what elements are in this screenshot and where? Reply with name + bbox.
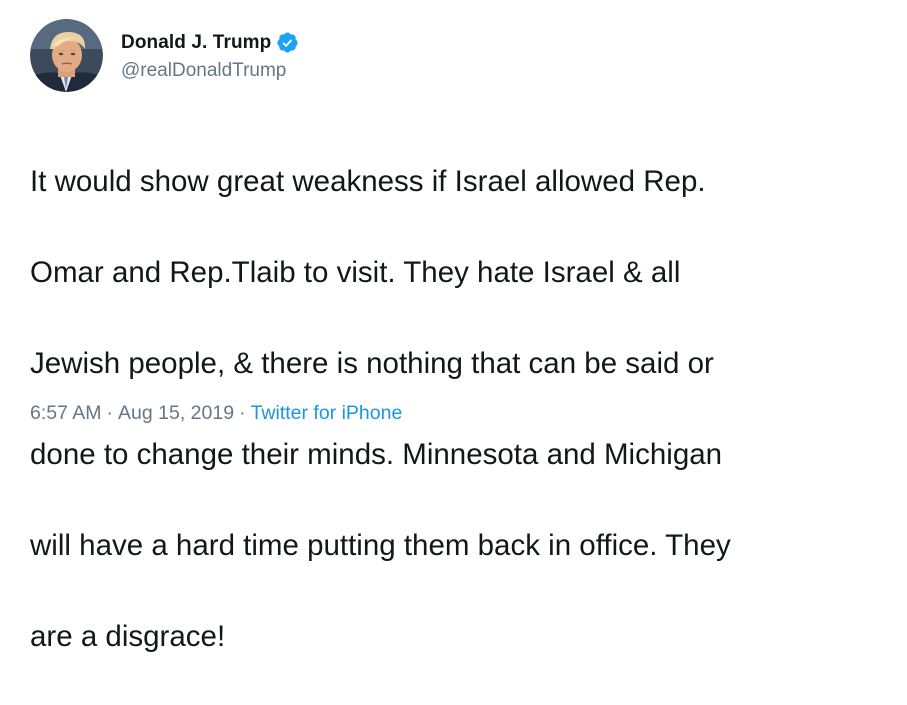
meta-separator: · — [106, 402, 114, 424]
author-handle[interactable]: @realDonaldTrump — [121, 60, 299, 82]
tweet-text-line: It would show great weakness if Israel a… — [30, 164, 706, 198]
author-display-name[interactable]: Donald J. Trump — [121, 32, 271, 54]
tweet-text-line: done to change their minds. Minnesota an… — [30, 437, 723, 471]
tweet-header: Donald J. Trump @realDonaldTrump — [30, 19, 299, 92]
tweet-metadata: 6:57 AM · Aug 15, 2019 · Twitter for iPhone — [30, 402, 402, 425]
verified-badge-icon — [276, 31, 299, 54]
tweet-text-line: will have a hard time putting them back … — [30, 528, 731, 562]
tweet-date[interactable]: Aug 15, 2019 — [118, 402, 234, 424]
avatar[interactable] — [30, 19, 103, 92]
meta-separator: · — [239, 402, 246, 424]
tweet-text-line: Omar and Rep.Tlaib to visit. They hate I… — [30, 255, 681, 289]
tweet-time[interactable]: 6:57 AM — [30, 402, 102, 424]
tweet-text-line: are a disgrace! — [30, 619, 226, 653]
author-block: Donald J. Trump @realDonaldTrump — [121, 30, 299, 82]
tweet-card: Donald J. Trump @realDonaldTrump It woul… — [0, 0, 907, 653]
tweet-source-link[interactable]: Twitter for iPhone — [251, 402, 403, 424]
avatar-photo-icon — [30, 19, 103, 92]
name-row: Donald J. Trump — [121, 30, 299, 56]
tweet-text-line: Jewish people, & there is nothing that c… — [30, 346, 714, 380]
